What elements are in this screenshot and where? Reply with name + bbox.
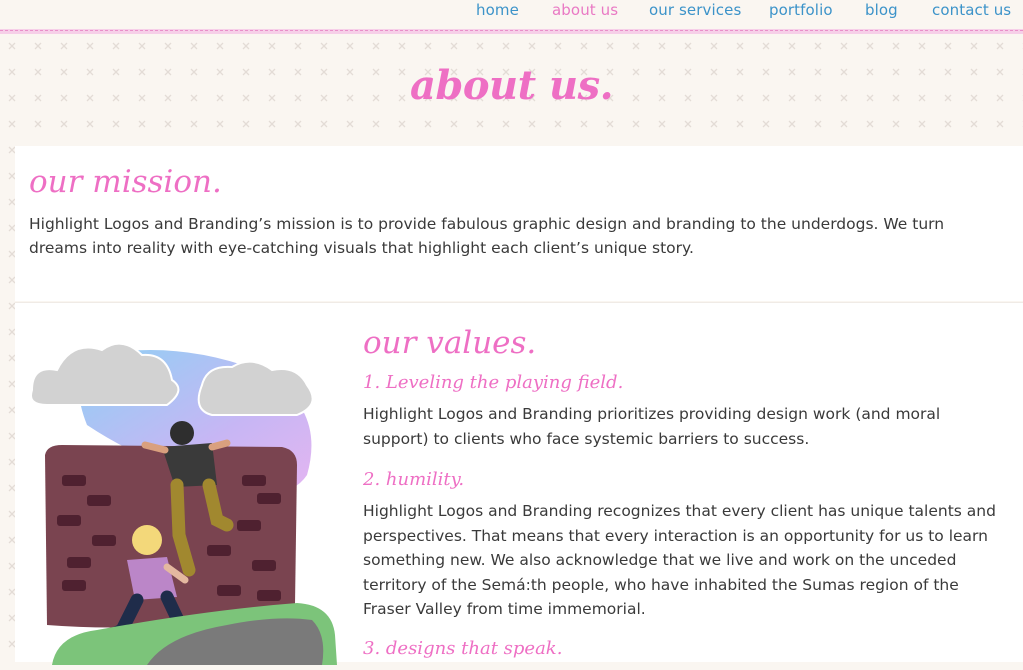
page-title: about us. (409, 62, 614, 109)
mission-heading: our mission. (29, 164, 222, 200)
value-1-text: Highlight Logos and Branding prioritizes… (363, 405, 941, 448)
mission-text: Highlight Logos and Branding’s mission i… (29, 215, 945, 257)
mission-section: our mission. Highlight Logos and Brandin… (15, 146, 1023, 301)
nav-dashed-border (0, 30, 1023, 32)
value-2-text: Highlight Logos and Branding recognizes … (363, 502, 996, 618)
nav-about-us-link[interactable]: about us (552, 1, 618, 19)
value-3-title: 3. designs that speak. (363, 638, 563, 659)
value-1-title: 1. Leveling the playing field. (363, 372, 624, 393)
values-section: our values. 1. Leveling the playing fiel… (15, 303, 1023, 665)
value-2-title: 2. humility. (363, 469, 465, 490)
nav-our-services-link[interactable]: our services (649, 1, 741, 19)
nav-portfolio-link[interactable]: portfolio (769, 1, 833, 19)
climbing-wall-illustration (27, 335, 337, 665)
nav-home-link[interactable]: home (476, 1, 519, 19)
values-heading: our values. (363, 325, 537, 361)
top-navigation: home about us our services portfolio blo… (0, 0, 1023, 34)
nav-blog-link[interactable]: blog (865, 1, 898, 19)
nav-contact-us-link[interactable]: contact us (932, 1, 1011, 19)
